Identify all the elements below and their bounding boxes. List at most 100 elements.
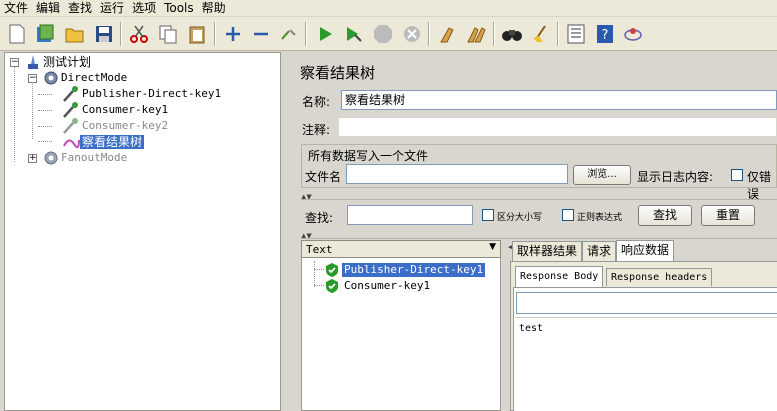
file-group-label: 所有数据写入一个文件 xyxy=(308,149,429,163)
errors-only-label: 仅错误 xyxy=(747,170,772,201)
start-no-pause-icon[interactable] xyxy=(342,23,364,45)
menu-file[interactable]: 文件 xyxy=(0,0,32,16)
test-plan-icon xyxy=(28,55,38,69)
cut-icon[interactable] xyxy=(128,23,150,45)
copy-icon[interactable] xyxy=(157,23,179,45)
paste-icon[interactable] xyxy=(186,23,208,45)
subtab-response-body[interactable]: Response Body xyxy=(515,266,604,287)
tree-node-directmode[interactable]: DirectMode xyxy=(43,70,129,86)
log-label: 显示日志内容: xyxy=(637,170,714,184)
collapse-icon[interactable] xyxy=(250,23,272,45)
tree-node-fanoutmode[interactable]: FanoutMode xyxy=(43,150,129,166)
response-body-area: test xyxy=(513,287,777,411)
function-helper-icon[interactable] xyxy=(565,23,587,45)
filename-label: 文件名 xyxy=(305,170,342,184)
result-label: Publisher-Direct-key1 xyxy=(342,263,486,277)
tree-label: 测试计划 xyxy=(43,55,92,69)
menu-search[interactable]: 查找 xyxy=(64,0,96,16)
success-shield-icon xyxy=(326,279,338,293)
search-input[interactable] xyxy=(347,205,473,225)
divider xyxy=(515,317,777,318)
stop-icon[interactable] xyxy=(372,23,394,45)
case-sensitive-checkbox[interactable] xyxy=(482,209,494,221)
tree-node-consumer-key1[interactable]: Consumer-key1 xyxy=(62,102,170,118)
divider xyxy=(301,238,777,239)
reset-button[interactable]: 重置 xyxy=(701,205,755,226)
menu-run[interactable]: 运行 xyxy=(96,0,128,16)
response-body-text: test xyxy=(519,323,544,334)
tree-label: Consumer-key1 xyxy=(82,103,169,116)
tab-sampler-result[interactable]: 取样器结果 xyxy=(512,241,583,261)
renderer-select[interactable]: Text ▼ xyxy=(301,240,501,258)
tree-node-consumer-key2[interactable]: Consumer-key2 xyxy=(62,118,170,134)
test-plan-tree: − 测试计划 − DirectMode Publisher-Direct-key… xyxy=(4,52,281,411)
svg-text:?: ? xyxy=(602,28,609,43)
name-label: 名称: xyxy=(302,95,331,109)
gear-icon xyxy=(44,71,58,85)
new-icon[interactable] xyxy=(6,23,28,45)
search-label: 查找: xyxy=(305,211,334,225)
regex-label: 正则表达式 xyxy=(577,213,623,223)
expand-icon[interactable] xyxy=(222,23,244,45)
templates-icon[interactable] xyxy=(34,23,56,45)
save-icon[interactable] xyxy=(93,23,115,45)
sampler-pipette-icon xyxy=(63,102,78,118)
clear-icon[interactable] xyxy=(436,23,458,45)
results-tree: Publisher-Direct-key1 Consumer-key1 xyxy=(301,240,501,411)
open-icon[interactable] xyxy=(64,23,86,45)
tab-content: Response Body Response headers test xyxy=(510,261,777,411)
tree-node-view-results-tree[interactable]: 察看结果树 xyxy=(62,134,145,150)
splitter[interactable] xyxy=(282,52,298,411)
divider xyxy=(301,199,777,200)
clear-all-icon[interactable] xyxy=(465,23,487,45)
tree-label: Publisher-Direct-key1 xyxy=(82,87,222,100)
result-label: Consumer-key1 xyxy=(344,279,431,292)
tree-label: DirectMode xyxy=(61,71,128,84)
errors-only-checkbox[interactable] xyxy=(731,169,743,181)
result-detail-panel: ◀▶ 取样器结果 请求 响应数据 Response Body Response … xyxy=(508,240,777,411)
tree-label: FanoutMode xyxy=(61,151,128,164)
expand-toggle[interactable]: + xyxy=(28,154,37,163)
tab-response-data[interactable]: 响应数据 xyxy=(616,240,675,261)
tree-node-test-plan[interactable]: 测试计划 xyxy=(25,54,93,70)
menu-bar: 文件 编辑 查找 运行 选项 Tools 帮助 xyxy=(0,0,777,16)
renderer-value: Text xyxy=(306,243,333,256)
remote-icon[interactable] xyxy=(622,23,644,45)
collapse-toggle[interactable]: − xyxy=(28,74,37,83)
result-item-consumer[interactable]: Consumer-key1 xyxy=(324,278,432,294)
help-icon[interactable]: ? xyxy=(594,23,616,45)
name-field[interactable]: 察看结果树 xyxy=(341,90,777,110)
toggle-icon[interactable] xyxy=(278,23,300,45)
sampler-pipette-icon xyxy=(63,86,78,102)
listener-icon xyxy=(63,139,80,149)
toolbar: ? xyxy=(0,17,777,51)
collapse-toggle[interactable]: − xyxy=(10,58,19,67)
result-item-publisher[interactable]: Publisher-Direct-key1 xyxy=(324,262,486,278)
case-sensitive-label: 区分大小写 xyxy=(497,213,543,223)
menu-help[interactable]: 帮助 xyxy=(198,0,230,16)
menu-tools[interactable]: Tools xyxy=(160,0,198,16)
panel-title: 察看结果树 xyxy=(300,64,376,82)
reset-search-icon[interactable] xyxy=(530,23,552,45)
find-button[interactable]: 查找 xyxy=(638,205,692,226)
menu-options[interactable]: 选项 xyxy=(128,0,160,16)
tree-node-publisher[interactable]: Publisher-Direct-key1 xyxy=(62,86,223,102)
filename-field[interactable] xyxy=(346,164,568,184)
menu-edit[interactable]: 编辑 xyxy=(32,0,64,16)
response-search-strip[interactable] xyxy=(516,292,777,314)
gear-icon xyxy=(44,151,58,165)
sampler-pipette-icon xyxy=(63,118,78,134)
chevron-down-icon: ▼ xyxy=(489,242,496,252)
browse-button[interactable]: 浏览... xyxy=(573,165,631,185)
tab-request[interactable]: 请求 xyxy=(582,241,617,261)
subtab-response-headers[interactable]: Response headers xyxy=(606,268,713,286)
comment-field[interactable] xyxy=(338,117,777,137)
tree-label: Consumer-key2 xyxy=(82,119,169,132)
comment-label: 注释: xyxy=(302,123,331,137)
regex-checkbox[interactable] xyxy=(562,209,574,221)
shutdown-icon[interactable] xyxy=(401,23,423,45)
success-shield-icon xyxy=(326,263,338,277)
search-icon[interactable] xyxy=(501,23,523,45)
start-icon[interactable] xyxy=(314,23,336,45)
tree-label: 察看结果树 xyxy=(80,135,145,149)
